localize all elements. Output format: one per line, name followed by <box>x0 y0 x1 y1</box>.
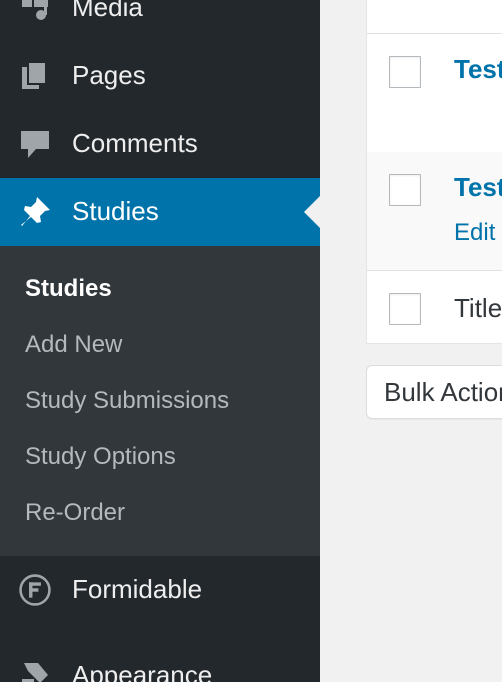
pages-icon <box>18 59 52 93</box>
pin-icon <box>18 195 52 229</box>
sidebar-item-comments[interactable]: Comments <box>0 110 320 178</box>
sidebar-item-label: Media <box>72 0 143 22</box>
current-menu-arrow <box>304 196 320 228</box>
sidebar-item-label: Studies <box>72 195 159 226</box>
title-column-header[interactable]: Title <box>454 293 502 324</box>
row-edit-link[interactable]: Edit <box>454 219 495 247</box>
sidebar-item-formidable[interactable]: Formidable <box>0 556 320 624</box>
submenu-item-studies[interactable]: Studies <box>25 275 112 303</box>
sidebar-item-label: Appearance <box>72 659 213 682</box>
sidebar-item-label: Pages <box>72 59 146 90</box>
sidebar-item-media[interactable]: Media <box>0 0 320 42</box>
submenu-item-study-submissions[interactable]: Study Submissions <box>25 387 229 415</box>
admin-sidebar: Media Pages Comments Studies Studies Add… <box>0 0 320 682</box>
row-checkbox[interactable] <box>389 174 421 206</box>
studies-submenu: Studies Add New Study Submissions Study … <box>0 246 320 556</box>
submenu-item-add-new[interactable]: Add New <box>25 331 122 359</box>
submenu-item-study-options[interactable]: Study Options <box>25 443 176 471</box>
table-row: Test <box>367 34 502 152</box>
appearance-icon <box>18 659 52 682</box>
comments-icon <box>18 127 52 161</box>
row-checkbox[interactable] <box>389 56 421 88</box>
sidebar-item-label: Comments <box>72 127 198 158</box>
posts-table: Test Test Edit Title <box>366 0 502 344</box>
table-row: Test Edit <box>367 152 502 270</box>
formidable-icon <box>18 573 52 607</box>
sidebar-item-appearance[interactable]: Appearance <box>0 642 320 682</box>
row-title-link[interactable]: Test <box>454 54 502 85</box>
submenu-item-re-order[interactable]: Re-Order <box>25 499 125 527</box>
sidebar-item-pages[interactable]: Pages <box>0 42 320 110</box>
sidebar-item-label: Formidable <box>72 573 203 604</box>
row-title-link[interactable]: Test <box>454 172 502 203</box>
bulk-actions-select[interactable]: Bulk Actions <box>366 365 502 419</box>
select-all-checkbox[interactable] <box>389 293 421 325</box>
bulk-actions-value: Bulk Actions <box>384 376 502 407</box>
table-footer-row: Title <box>367 271 502 343</box>
media-icon <box>18 0 52 25</box>
sidebar-item-studies[interactable]: Studies <box>0 178 320 246</box>
